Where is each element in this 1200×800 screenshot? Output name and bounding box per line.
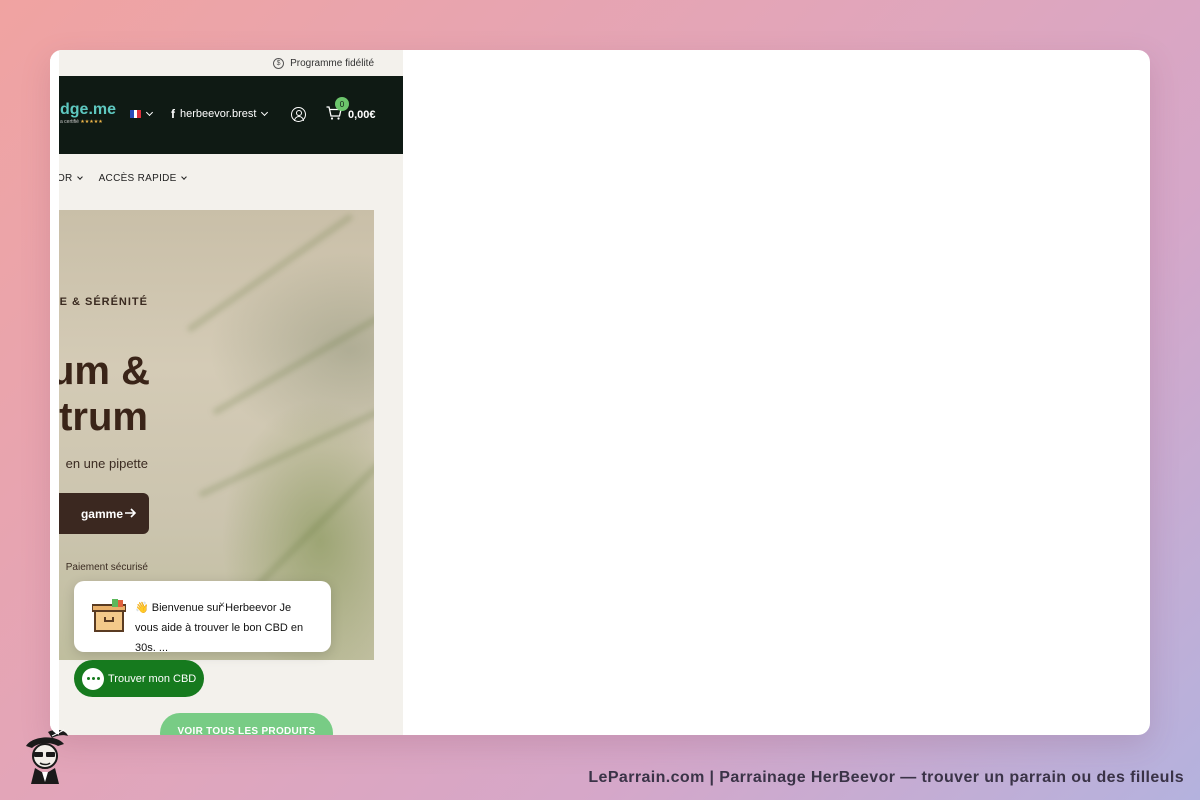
chat-button-label: Trouver mon CBD (108, 672, 197, 685)
secure-payment-label: Paiement sécurisé (65, 562, 148, 573)
chat-welcome-bubble[interactable]: × 👋 Bienvenue sur Herbeevor Je vous aide… (74, 581, 331, 654)
cart-button[interactable]: 0 (326, 97, 349, 120)
chevron-down-icon (145, 108, 154, 117)
find-cbd-chat-button[interactable]: Trouver mon CBD (74, 660, 204, 697)
palm-leaf-decoration (186, 213, 354, 333)
hero-subtitle: en une pipette (65, 456, 148, 471)
cart-count-badge: 0 (335, 97, 349, 111)
logo-subtext: a certifié ★★★★★ (60, 119, 103, 125)
site-header: dge.me a certifié ★★★★★ f herbeevor.bres… (50, 76, 403, 154)
top-bar: $ Programme fidélité (50, 50, 403, 76)
chevron-down-icon (261, 108, 269, 117)
french-flag-icon (130, 110, 142, 118)
footer-caption: LeParrain.com | Parrainage HerBeevor — t… (588, 769, 1184, 786)
facebook-icon: f (171, 107, 175, 121)
main-nav: VOR ACCÈS RAPIDE (50, 154, 403, 202)
chevron-down-icon (180, 173, 187, 180)
facebook-account-label: herbeevor.brest (180, 108, 257, 120)
cta-label: gamme (80, 506, 123, 521)
nav-item-label: ACCÈS RAPIDE (98, 172, 177, 184)
leparrain-mascot-logo (26, 729, 68, 784)
logo-text: dge.me (60, 101, 117, 118)
chat-bubble-icon (82, 667, 104, 690)
website-viewport: $ Programme fidélité dge.me a certifié ★… (50, 50, 403, 735)
arrow-right-icon (125, 508, 137, 518)
hero-kicker: CE & SÉRÉNITÉ (50, 296, 148, 308)
language-selector[interactable] (130, 108, 154, 118)
rating-stars: ★★★★★ (80, 119, 103, 125)
viewport-left-edge (50, 50, 59, 735)
cart-total: 0,00€ (348, 109, 376, 121)
browser-card: $ Programme fidélité dge.me a certifié ★… (50, 50, 1150, 735)
shopping-box-icon (92, 599, 126, 632)
site-logo[interactable]: dge.me a certifié ★★★★★ (60, 101, 117, 126)
palm-leaf-decoration (211, 310, 374, 416)
hero-title-line: um & (50, 349, 150, 393)
view-all-products-button[interactable]: VOIR TOUS LES PRODUITS (160, 713, 333, 735)
palm-leaf-decoration (198, 408, 374, 498)
hero-title-line: trum (59, 395, 148, 439)
loyalty-program-link[interactable]: Programme fidélité (290, 58, 374, 69)
user-account-icon[interactable] (291, 107, 306, 122)
discover-range-button[interactable]: gamme (50, 493, 149, 534)
facebook-account-selector[interactable]: f herbeevor.brest (171, 107, 269, 121)
hero-title: um & trum (50, 348, 150, 440)
chevron-down-icon (76, 173, 83, 180)
nav-item-quick-access[interactable]: ACCÈS RAPIDE (98, 172, 187, 184)
chat-message: 👋 Bienvenue sur Herbeevor Je vous aide à… (135, 602, 304, 654)
dollar-coin-icon: $ (273, 57, 285, 69)
